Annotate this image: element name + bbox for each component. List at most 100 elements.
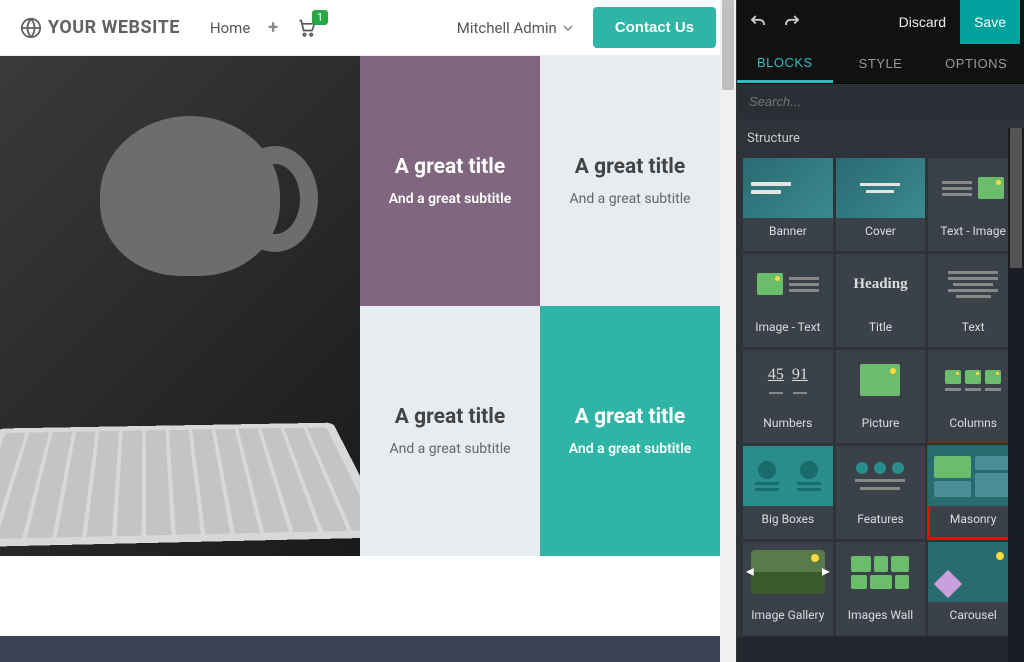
block-thumb (836, 446, 926, 506)
globe-icon (20, 17, 42, 39)
tile-subtitle: And a great subtitle (389, 441, 510, 457)
tile-3[interactable]: A great title And a great subtitle (360, 306, 540, 556)
tile-title: A great title (575, 155, 685, 179)
tab-style[interactable]: STYLE (833, 44, 929, 83)
cart-count-badge: 1 (312, 10, 328, 25)
arrow-left-icon: ◀ (746, 567, 754, 578)
block-label: Title (836, 314, 926, 340)
thumb-heading-text: Heading (853, 276, 907, 293)
tile-subtitle: And a great subtitle (389, 191, 512, 207)
search-input[interactable] (737, 84, 1024, 119)
tab-blocks[interactable]: BLOCKS (737, 44, 833, 83)
block-label: Picture (836, 410, 926, 436)
tile-title: A great title (395, 405, 505, 429)
block-image-text[interactable]: Image - Text (743, 254, 833, 347)
tile-grid: A great title And a great subtitle A gre… (360, 56, 720, 556)
tile-subtitle: And a great subtitle (569, 191, 690, 207)
block-label: Columns (928, 410, 1018, 436)
add-page-icon[interactable]: + (268, 17, 278, 38)
tab-options[interactable]: OPTIONS (928, 44, 1024, 83)
block-thumb (743, 158, 833, 218)
tile-title: A great title (395, 155, 505, 179)
thumb-number: 45 (768, 366, 784, 384)
editor-sidebar: Discard Save BLOCKS STYLE OPTIONS Struct… (736, 0, 1024, 662)
block-images-wall[interactable]: Images Wall (836, 542, 926, 635)
block-image-gallery[interactable]: ◀ ▶ Image Gallery (743, 542, 833, 635)
block-label: Image - Text (743, 314, 833, 340)
block-thumb (743, 254, 833, 314)
tile-2[interactable]: A great title And a great subtitle (540, 56, 720, 306)
blocks-grid: Banner Cover Text - Image Image - Text H (737, 156, 1024, 637)
hero-image[interactable] (0, 56, 360, 556)
site-logo[interactable]: YOUR WEBSITE (20, 17, 180, 39)
block-cover[interactable]: Cover (836, 158, 926, 251)
user-dropdown[interactable]: Mitchell Admin (457, 19, 573, 37)
block-thumb (743, 446, 833, 506)
page-content: A great title And a great subtitle A gre… (0, 56, 736, 662)
block-label: Features (836, 506, 926, 532)
page-canvas: YOUR WEBSITE Home + 1 Mitchell Admin Con… (0, 0, 736, 662)
block-thumb: Heading (836, 254, 926, 314)
footer[interactable]: Useful About us Connect with us (0, 636, 720, 662)
block-label: Numbers (743, 410, 833, 436)
canvas-scrollbar[interactable] (720, 0, 736, 662)
block-search (737, 84, 1024, 119)
block-text-image[interactable]: Text - Image (928, 158, 1018, 251)
logo-text: YOUR WEBSITE (48, 17, 180, 38)
block-thumb: 45 91 (743, 350, 833, 410)
tile-4[interactable]: A great title And a great subtitle (540, 306, 720, 556)
mug-graphic (100, 116, 280, 276)
redo-icon (783, 13, 801, 31)
block-label: Banner (743, 218, 833, 244)
scrollbar-thumb[interactable] (1010, 128, 1022, 268)
block-thumb (836, 350, 926, 410)
block-masonry[interactable]: Masonry (928, 446, 1018, 539)
discard-button[interactable]: Discard (885, 0, 960, 44)
block-thumb (928, 350, 1018, 410)
section-title-structure: Structure (737, 119, 1024, 156)
tile-title: A great title (575, 405, 685, 429)
block-carousel[interactable]: Carousel (928, 542, 1018, 635)
redo-button[interactable] (775, 5, 809, 39)
scrollbar-thumb[interactable] (722, 0, 734, 90)
block-banner[interactable]: Banner (743, 158, 833, 251)
undo-icon (749, 13, 767, 31)
sidebar-toolbar: Discard Save (737, 0, 1024, 44)
block-thumb: ◀ ▶ (743, 542, 833, 602)
block-text[interactable]: Text (928, 254, 1018, 347)
save-button[interactable]: Save (960, 0, 1020, 44)
cart-button[interactable]: 1 (296, 18, 318, 38)
chevron-down-icon (563, 23, 573, 33)
block-label: Text (928, 314, 1018, 340)
contact-us-button[interactable]: Contact Us (593, 7, 716, 48)
top-nav: YOUR WEBSITE Home + 1 Mitchell Admin Con… (0, 0, 736, 56)
tile-1[interactable]: A great title And a great subtitle (360, 56, 540, 306)
user-name: Mitchell Admin (457, 19, 557, 37)
sidebar-scrollbar[interactable] (1008, 128, 1024, 662)
block-thumb (928, 542, 1018, 602)
block-features[interactable]: Features (836, 446, 926, 539)
block-thumb (928, 446, 1018, 506)
nav-home[interactable]: Home (210, 19, 250, 37)
block-label: Text - Image (928, 218, 1018, 244)
block-label: Image Gallery (743, 602, 833, 628)
block-big-boxes[interactable]: Big Boxes (743, 446, 833, 539)
block-numbers[interactable]: 45 91 Numbers (743, 350, 833, 443)
block-thumb (836, 158, 926, 218)
block-label: Carousel (928, 602, 1018, 628)
block-columns[interactable]: Columns (928, 350, 1018, 443)
block-label: Images Wall (836, 602, 926, 628)
thumb-number: 91 (792, 366, 808, 384)
undo-button[interactable] (741, 5, 775, 39)
block-label: Masonry (928, 506, 1018, 532)
nav-links: Home + 1 (210, 17, 318, 38)
block-thumb (836, 542, 926, 602)
block-thumb (928, 158, 1018, 218)
block-label: Big Boxes (743, 506, 833, 532)
sidebar-tabs: BLOCKS STYLE OPTIONS (737, 44, 1024, 84)
arrow-right-icon: ▶ (822, 567, 830, 578)
block-picture[interactable]: Picture (836, 350, 926, 443)
block-thumb (928, 254, 1018, 314)
block-label: Cover (836, 218, 926, 244)
block-title[interactable]: Heading Title (836, 254, 926, 347)
